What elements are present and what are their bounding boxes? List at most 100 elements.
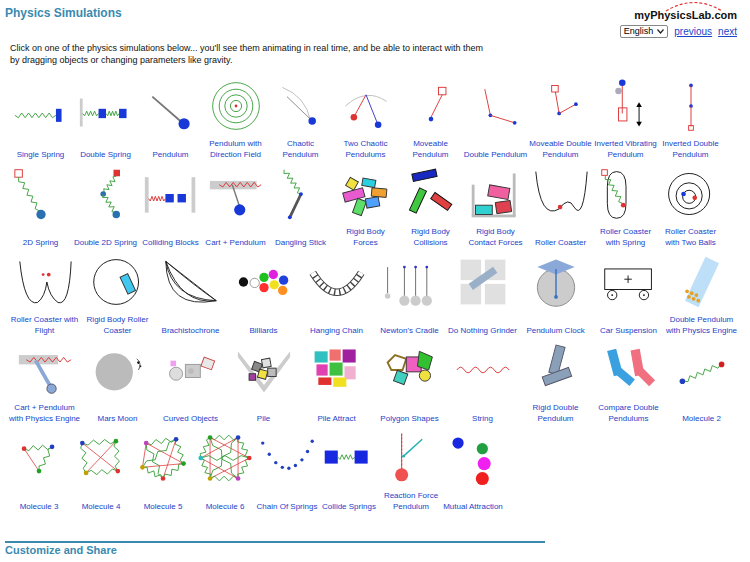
simulation-label[interactable]: Newton's Cradle (373, 312, 446, 336)
simulation-link[interactable]: Rigid Double Pendulum (519, 342, 592, 430)
simulation-link[interactable]: Mutual Attraction (442, 430, 504, 518)
simulation-thumbnail-icon[interactable] (309, 342, 365, 398)
simulation-thumbnail-icon[interactable] (17, 342, 73, 398)
simulation-label[interactable]: Inverted Double Pendulum (658, 136, 723, 160)
simulation-label[interactable]: Rigid Body Collisions (398, 224, 463, 248)
simulation-label[interactable]: Inverted Vibrating Pendulum (593, 136, 658, 160)
simulation-link[interactable]: Collide Springs (318, 430, 380, 518)
simulation-thumbnail-icon[interactable] (468, 166, 524, 222)
simulation-link[interactable]: Roller Coaster (528, 166, 593, 254)
simulation-thumbnail-icon[interactable] (208, 78, 264, 134)
simulation-link[interactable]: Pendulum Clock (519, 254, 592, 342)
simulation-thumbnail-icon[interactable] (90, 254, 146, 310)
simulation-label[interactable]: Molecule 4 (70, 488, 132, 512)
simulation-thumbnail-icon[interactable] (598, 166, 654, 222)
simulation-label[interactable]: Rigid Body Roller Coaster (81, 312, 154, 336)
simulation-link[interactable]: Pendulum (138, 78, 203, 166)
simulation-thumbnail-icon[interactable] (528, 342, 584, 398)
simulation-label[interactable]: String (446, 400, 519, 424)
simulation-label[interactable]: Roller Coaster with Flight (8, 312, 81, 336)
simulation-label[interactable]: Chain Of Springs (256, 488, 318, 512)
simulation-link[interactable]: Mars Moon (81, 342, 154, 430)
simulation-link[interactable]: Hanging Chain (300, 254, 373, 342)
simulation-thumbnail-icon[interactable] (17, 254, 73, 310)
simulation-link[interactable]: Inverted Double Pendulum (658, 78, 723, 166)
simulation-label[interactable]: Moveable Pendulum (398, 136, 463, 160)
simulation-link[interactable]: Pile Attract (300, 342, 373, 430)
simulation-label[interactable]: Moveable Double Pendulum (528, 136, 593, 160)
simulation-link[interactable]: Do Nothing Grinder (446, 254, 519, 342)
simulation-thumbnail-icon[interactable] (455, 342, 511, 398)
simulation-thumbnail-icon[interactable] (143, 78, 199, 134)
simulation-link[interactable]: Chaotic Pendulum (268, 78, 333, 166)
simulation-thumbnail-icon[interactable] (90, 342, 146, 398)
simulation-link[interactable]: Cart + Pendulum (203, 166, 268, 254)
simulation-link[interactable]: Curved Objects (154, 342, 227, 430)
simulation-link[interactable]: Molecule 4 (70, 430, 132, 518)
simulation-link[interactable]: Rigid Body Roller Coaster (81, 254, 154, 342)
simulation-link[interactable]: Double Pendulum with Physics Engine (665, 254, 738, 342)
previous-link[interactable]: previous (674, 25, 712, 38)
simulation-label[interactable]: Single Spring (8, 136, 73, 160)
simulation-thumbnail-icon[interactable] (468, 78, 524, 134)
site-logo[interactable]: myPhysicsLab.com (634, 4, 737, 24)
simulation-thumbnail-icon[interactable] (674, 254, 730, 310)
simulation-thumbnail-icon[interactable] (533, 78, 589, 134)
simulation-label[interactable]: Rigid Body Forces (333, 224, 398, 248)
simulation-thumbnail-icon[interactable] (78, 166, 134, 222)
simulation-thumbnail-icon[interactable] (338, 166, 394, 222)
simulation-label[interactable]: Pendulum with Direction Field (203, 136, 268, 160)
simulation-label[interactable]: Rigid Double Pendulum (519, 400, 592, 424)
simulation-link[interactable]: 2D Spring (8, 166, 73, 254)
simulation-thumbnail-icon[interactable] (598, 78, 654, 134)
simulation-label[interactable]: Compare Double Pendulums (592, 400, 665, 424)
simulation-link[interactable]: Car Suspension (592, 254, 665, 342)
simulation-thumbnail-icon[interactable] (11, 430, 67, 486)
simulation-link[interactable]: Pendulum with Direction Field (203, 78, 268, 166)
simulation-label[interactable]: Roller Coaster (528, 224, 593, 248)
simulation-label[interactable]: Molecule 2 (665, 400, 738, 424)
simulation-link[interactable]: Compare Double Pendulums (592, 342, 665, 430)
simulation-label[interactable]: Reaction Force Pendulum (380, 488, 442, 512)
simulation-link[interactable]: Reaction Force Pendulum (380, 430, 442, 518)
simulation-thumbnail-icon[interactable] (403, 78, 459, 134)
simulation-link[interactable]: Rigid Body Forces (333, 166, 398, 254)
simulation-link[interactable]: Molecule 2 (665, 342, 738, 430)
simulation-thumbnail-icon[interactable] (73, 430, 129, 486)
simulation-link[interactable]: Pile (227, 342, 300, 430)
simulation-link[interactable]: Rigid Body Collisions (398, 166, 463, 254)
simulation-thumbnail-icon[interactable] (403, 166, 459, 222)
simulation-link[interactable]: Colliding Blocks (138, 166, 203, 254)
simulation-thumbnail-icon[interactable] (13, 166, 69, 222)
simulation-link[interactable]: String (446, 342, 519, 430)
simulation-thumbnail-icon[interactable] (13, 78, 69, 134)
simulation-link[interactable]: Molecule 3 (8, 430, 70, 518)
simulation-label[interactable]: Molecule 3 (8, 488, 70, 512)
simulation-label[interactable]: Double Spring (73, 136, 138, 160)
simulation-thumbnail-icon[interactable] (163, 342, 219, 398)
simulation-thumbnail-icon[interactable] (338, 78, 394, 134)
language-select[interactable]: English (620, 25, 669, 38)
simulation-thumbnail-icon[interactable] (455, 254, 511, 310)
simulation-thumbnail-icon[interactable] (273, 78, 329, 134)
simulation-label[interactable]: 2D Spring (8, 224, 73, 248)
simulation-label[interactable]: Collide Springs (318, 488, 380, 512)
simulation-thumbnail-icon[interactable] (236, 342, 292, 398)
simulation-link[interactable]: Billiards (227, 254, 300, 342)
simulation-thumbnail-icon[interactable] (135, 430, 191, 486)
simulation-label[interactable]: Double 2D Spring (73, 224, 138, 248)
simulation-label[interactable]: Mutual Attraction (442, 488, 504, 512)
simulation-label[interactable]: Pendulum (138, 136, 203, 160)
simulation-link[interactable]: Cart + Pendulum with Physics Engine (8, 342, 81, 430)
simulation-thumbnail-icon[interactable] (321, 430, 377, 486)
simulation-link[interactable]: Double 2D Spring (73, 166, 138, 254)
simulation-thumbnail-icon[interactable] (533, 166, 589, 222)
simulation-link[interactable]: Brachistochrone (154, 254, 227, 342)
simulation-link[interactable]: Polygon Shapes (373, 342, 446, 430)
simulation-label[interactable]: Hanging Chain (300, 312, 373, 336)
simulation-thumbnail-icon[interactable] (382, 342, 438, 398)
simulation-label[interactable]: Mars Moon (81, 400, 154, 424)
simulation-thumbnail-icon[interactable] (259, 430, 315, 486)
simulation-thumbnail-icon[interactable] (309, 254, 365, 310)
simulation-thumbnail-icon[interactable] (663, 78, 719, 134)
